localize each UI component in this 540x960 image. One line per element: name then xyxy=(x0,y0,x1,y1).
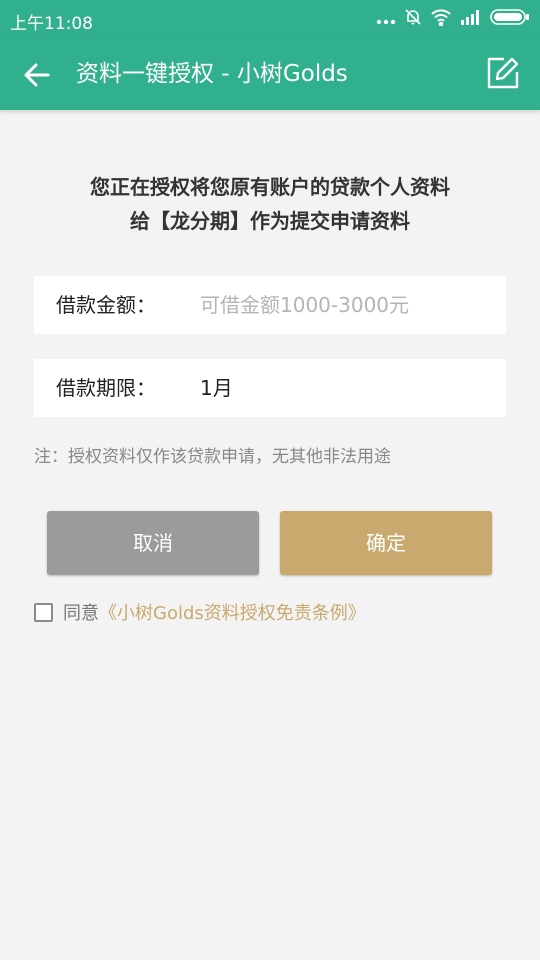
status-time: 上午11:08 xyxy=(10,14,93,34)
bell-off-icon xyxy=(404,8,422,30)
more-dots-icon xyxy=(376,10,396,29)
disclaimer-link[interactable]: 《小树Golds资料授权免责条例》 xyxy=(99,599,366,625)
status-icons xyxy=(376,8,530,30)
edit-icon xyxy=(486,57,520,94)
confirm-button[interactable]: 确定 xyxy=(280,511,492,575)
authorization-headline: 您正在授权将您原有账户的贷款个人资料 给【龙分期】作为提交申请资料 xyxy=(20,170,520,238)
arrow-left-icon xyxy=(22,63,52,94)
authorization-note: 注：授权资料仅作该贷款申请，无其他非法用途 xyxy=(34,447,391,467)
app-bar: 资料一键授权 - 小树Golds xyxy=(0,38,540,110)
headline-line-1: 您正在授权将您原有账户的贷款个人资料 xyxy=(90,175,450,199)
agreement-row: 同意 《小树Golds资料授权免责条例》 xyxy=(34,600,366,624)
loan-amount-label: 借款金额： xyxy=(56,293,156,317)
signal-icon xyxy=(460,9,482,29)
loan-amount-input[interactable] xyxy=(200,276,490,334)
status-bar: 上午11:08 xyxy=(0,0,540,38)
loan-amount-field: 借款金额： xyxy=(34,276,506,334)
wifi-icon xyxy=(430,8,452,30)
back-button[interactable] xyxy=(22,60,52,90)
agree-checkbox[interactable] xyxy=(34,602,53,622)
agree-prefix: 同意 xyxy=(63,603,99,624)
loan-term-field[interactable]: 借款期限： 1月 xyxy=(34,359,506,417)
page-title: 资料一键授权 - 小树Golds xyxy=(76,61,348,87)
headline-line-2: 给【龙分期】作为提交申请资料 xyxy=(130,209,410,233)
loan-term-value[interactable]: 1月 xyxy=(200,359,233,417)
cancel-button[interactable]: 取消 xyxy=(47,511,259,575)
battery-icon xyxy=(490,9,530,29)
edit-button[interactable] xyxy=(486,56,520,90)
loan-term-label: 借款期限： xyxy=(56,376,156,400)
